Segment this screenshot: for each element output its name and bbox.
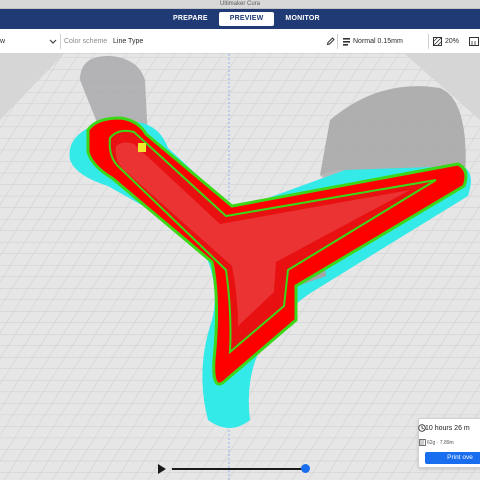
color-scheme-label: Color scheme xyxy=(64,38,108,45)
support-icon xyxy=(469,37,479,46)
view-toolbar: w Color scheme Line Type Normal 0.15mm 2… xyxy=(0,29,480,54)
view-type-dropdown[interactable]: w xyxy=(0,29,5,54)
divider xyxy=(337,34,338,49)
print-time: 10 hours 26 m xyxy=(425,425,470,432)
chevron-down-icon[interactable] xyxy=(49,38,57,45)
print-estimate-panel: 10 hours 26 m 62g · 7.89m Print ove xyxy=(418,418,480,468)
tab-prepare[interactable]: PREPARE xyxy=(162,12,219,26)
simulation-bar xyxy=(155,462,315,476)
stage-tabs: PREPARE PREVIEW MONITOR xyxy=(162,12,331,26)
infill-area xyxy=(138,143,146,152)
infill-percentage[interactable]: 20% xyxy=(445,29,459,54)
slider-handle[interactable] xyxy=(301,464,310,473)
print-over-network-button[interactable]: Print ove xyxy=(425,452,480,464)
play-icon[interactable] xyxy=(158,464,166,474)
infill-icon xyxy=(433,37,442,46)
material-usage: 62g · 7.89m xyxy=(427,440,454,446)
print-profile[interactable]: Normal 0.15mm xyxy=(353,29,403,54)
divider xyxy=(60,34,61,49)
spool-icon xyxy=(419,439,426,446)
color-scheme-dropdown[interactable]: Line Type xyxy=(113,29,143,54)
pencil-icon[interactable] xyxy=(326,37,335,46)
window-title: Ultimaker Cura xyxy=(0,0,480,9)
tab-preview[interactable]: PREVIEW xyxy=(218,12,275,26)
profile-icon xyxy=(343,38,350,46)
app-header: PREPARE PREVIEW MONITOR xyxy=(0,9,480,29)
layer-path-slider[interactable] xyxy=(172,468,304,470)
tab-monitor[interactable]: MONITOR xyxy=(274,12,330,26)
layer-preview-canvas xyxy=(0,54,480,480)
divider xyxy=(428,34,429,49)
build-plate-viewport[interactable] xyxy=(0,54,480,480)
